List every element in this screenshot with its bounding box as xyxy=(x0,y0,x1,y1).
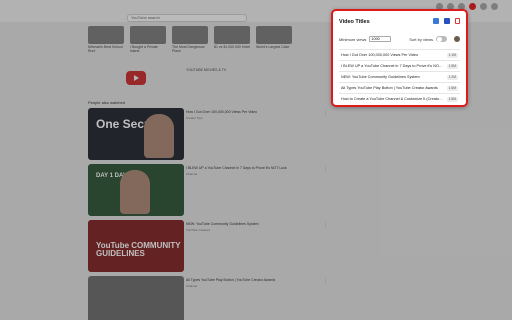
sort-by-views-toggle[interactable] xyxy=(436,36,447,42)
title-text[interactable]: I BLEW UP a YouTube Channel in 7 Days to… xyxy=(341,64,444,68)
min-views-input[interactable] xyxy=(369,36,392,42)
title-text[interactable]: All Types YouTube Play Button | YouTube … xyxy=(341,86,444,90)
views-badge: 1.5M xyxy=(446,96,458,102)
user-avatar[interactable] xyxy=(454,36,460,42)
views-badge: 1.6M xyxy=(446,85,458,91)
save-icon[interactable] xyxy=(444,18,450,24)
trash-icon[interactable] xyxy=(455,18,460,24)
views-badge: 1.5M xyxy=(446,63,458,69)
title-text[interactable]: How to Create a YouTube Channel & Custom… xyxy=(341,97,444,101)
views-badge: 1.1M xyxy=(446,52,458,58)
popup-header: Video Titles xyxy=(339,18,460,26)
views-badge: 1.2M xyxy=(446,74,458,80)
title-text[interactable]: How I Got Over 100,000,000 Views Per Vid… xyxy=(341,53,444,57)
min-views-label: Minimum views xyxy=(339,36,367,42)
title-row[interactable]: I BLEW UP a YouTube Channel in 7 Days to… xyxy=(339,60,460,71)
popup-actions xyxy=(433,18,460,24)
titles-list: How I Got Over 100,000,000 Views Per Vid… xyxy=(339,49,460,104)
popup-controls: Minimum views Sort by views xyxy=(339,35,460,43)
video-titles-popup: Video Titles Minimum views Sort by views… xyxy=(331,9,468,107)
sort-by-views-label: Sort by views xyxy=(409,36,433,42)
copy-icon[interactable] xyxy=(433,18,439,24)
title-row[interactable]: All Types YouTube Play Button | YouTube … xyxy=(339,82,460,93)
title-row[interactable]: NEW: YouTube Community Guidelines System… xyxy=(339,71,460,82)
title-text[interactable]: NEW: YouTube Community Guidelines System xyxy=(341,75,444,79)
title-row[interactable]: How I Got Over 100,000,000 Views Per Vid… xyxy=(339,49,460,60)
title-row[interactable]: How to Create a YouTube Channel & Custom… xyxy=(339,93,460,104)
